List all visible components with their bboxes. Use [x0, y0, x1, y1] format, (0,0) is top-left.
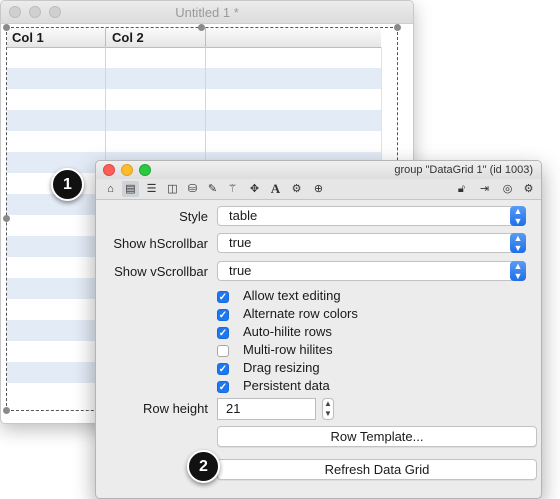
allow-text-editing-checkbox[interactable]: ✓ [217, 291, 229, 303]
persistent-data-checkbox[interactable]: ✓ [217, 381, 229, 393]
annotation-badge-1: 1 [51, 168, 84, 201]
auto-hilite-rows-checkbox[interactable]: ✓ [217, 327, 229, 339]
drag-resizing-checkbox[interactable]: ✓ [217, 363, 229, 375]
refresh-data-grid-button[interactable]: Refresh Data Grid [217, 459, 537, 480]
text-icon[interactable]: A [267, 181, 284, 197]
unlock-icon[interactable]: 🔓︎ [453, 181, 470, 197]
style-select[interactable]: table ▲ ▼ [217, 206, 526, 226]
auto-hilite-rows-label: Auto-hilite rows [243, 324, 332, 339]
row-height-field[interactable]: 21 [217, 398, 316, 420]
selection-handle[interactable] [3, 407, 10, 414]
allow-text-editing-label: Allow text editing [243, 288, 341, 303]
table-row[interactable] [7, 68, 381, 89]
inspector-title: group "DataGrid 1" (id 1003) [394, 164, 533, 176]
database-icon[interactable]: ⛁ [184, 181, 201, 197]
multi-row-hilites-label: Multi-row hilites [243, 342, 333, 357]
target-icon[interactable]: ◎ [499, 181, 516, 197]
crosshair-icon[interactable]: ⊕ [310, 181, 327, 197]
column-header-1[interactable]: Col 1 [12, 30, 44, 45]
vscrollbar-value: true [229, 263, 252, 278]
style-value: table [229, 208, 258, 223]
wand-icon[interactable]: ⚚ [224, 181, 241, 197]
row-template-button[interactable]: Row Template... [217, 426, 537, 447]
property-inspector: group "DataGrid 1" (id 1003) ⌂ ▤ ☰ ◫ ⛁ ✎… [95, 160, 542, 499]
gear-icon[interactable]: ⚙ [520, 181, 537, 197]
hscrollbar-label: Show hScrollbar [113, 236, 208, 251]
row-height-stepper[interactable]: ▲ ▼ [322, 398, 334, 420]
selection-handle[interactable] [198, 24, 205, 31]
hscrollbar-select[interactable]: true ▲ ▼ [217, 233, 526, 253]
grid-header: Col 1 Col 2 [7, 28, 381, 48]
updown-arrows-icon: ▲ ▼ [510, 206, 526, 226]
persistent-data-label: Persistent data [243, 378, 330, 393]
column-divider[interactable] [105, 28, 106, 47]
alternate-row-colors-label: Alternate row colors [243, 306, 358, 321]
window-title: Untitled 1 * [175, 5, 239, 20]
updown-arrows-icon: ▲ ▼ [510, 261, 526, 281]
selection-handle[interactable] [3, 24, 10, 31]
alternate-row-colors-checkbox[interactable]: ✓ [217, 309, 229, 321]
gears-icon[interactable]: ⚙ [288, 181, 305, 197]
inspector-titlebar[interactable]: group "DataGrid 1" (id 1003) [96, 161, 541, 180]
inspector-toolbar: ⌂ ▤ ☰ ◫ ⛁ ✎ ⚚ ✥ A ⚙ ⊕ 🔓︎ ⇥ ◎ ⚙ [96, 179, 541, 200]
multi-row-hilites-checkbox[interactable] [217, 345, 229, 357]
vscrollbar-label: Show vScrollbar [114, 264, 208, 279]
datagrid-icon[interactable]: ▤ [122, 181, 139, 197]
drag-resizing-label: Drag resizing [243, 360, 320, 375]
list-icon[interactable]: ☰ [143, 181, 160, 197]
table-row[interactable] [7, 47, 381, 68]
import-icon[interactable]: ⇥ [476, 181, 493, 197]
selection-handle[interactable] [3, 215, 10, 222]
table-row[interactable] [7, 131, 381, 152]
hscrollbar-value: true [229, 235, 252, 250]
window-titlebar[interactable]: Untitled 1 * [1, 1, 413, 24]
vscrollbar-select[interactable]: true ▲ ▼ [217, 261, 526, 281]
pencil-icon[interactable]: ✎ [204, 181, 221, 197]
selection-handle[interactable] [394, 24, 401, 31]
columns-icon[interactable]: ◫ [164, 181, 181, 197]
row-height-label: Row height [142, 401, 208, 416]
home-icon[interactable]: ⌂ [102, 181, 119, 197]
move-icon[interactable]: ✥ [246, 181, 263, 197]
column-header-2[interactable]: Col 2 [112, 30, 144, 45]
style-label: Style [179, 209, 208, 224]
updown-arrows-icon: ▲ ▼ [510, 233, 526, 253]
column-divider[interactable] [205, 28, 206, 47]
table-row[interactable] [7, 89, 381, 110]
table-row[interactable] [7, 110, 381, 131]
annotation-badge-2: 2 [187, 450, 220, 483]
